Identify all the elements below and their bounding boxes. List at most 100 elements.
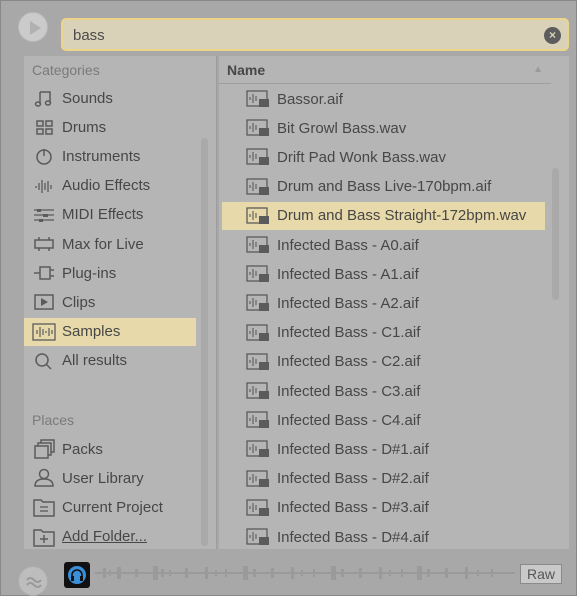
audio-file-icon	[246, 236, 270, 254]
sidebar-item-samples[interactable]: Samples	[24, 317, 196, 346]
sidebar-place-user-library[interactable]: User Library	[24, 464, 196, 492]
audio-file-icon	[246, 353, 270, 371]
audio-effects-icon	[32, 176, 56, 196]
audio-file-icon	[246, 382, 270, 400]
sidebar-item-label: All results	[62, 352, 128, 370]
waveform-toggle-icon	[26, 577, 42, 588]
sidebar-item-clips[interactable]: Clips	[24, 288, 196, 316]
sidebar-item-label: Samples	[62, 323, 121, 341]
audio-file-icon	[246, 469, 270, 488]
sidebar-item-label: Drums	[62, 118, 107, 136]
sidebar-item-instruments[interactable]: Instruments	[24, 142, 196, 170]
file-name: Infected Bass - C1.aif	[277, 324, 421, 342]
audio-file-icon	[246, 119, 270, 137]
file-row[interactable]: Infected Bass - D#2.aif	[222, 465, 545, 493]
file-name: Drum and Bass Live-170bpm.aif	[277, 178, 492, 196]
audio-file-icon	[246, 177, 270, 196]
file-row[interactable]: Infected Bass - C3.aif	[222, 377, 545, 405]
sample-icon	[32, 322, 56, 342]
plugin-icon	[32, 263, 56, 283]
sidebar-scrollbar[interactable]	[201, 138, 208, 546]
sidebar: Categories Sounds Drums Instruments Audio E…	[24, 56, 217, 549]
sidebar-item-plug-ins[interactable]: Plug-ins	[24, 259, 196, 287]
file-row[interactable]: Infected Bass - D#3.aif	[222, 494, 545, 522]
audio-file-icon	[246, 294, 270, 312]
audio-file-icon	[246, 207, 270, 225]
search-box[interactable]: ×	[61, 18, 569, 51]
file-row[interactable]: Infected Bass - A0.aif	[222, 231, 545, 259]
places-header: Places	[32, 412, 75, 428]
user-icon	[32, 468, 56, 488]
sidebar-item-midi-effects[interactable]: MIDI Effects	[24, 201, 196, 229]
sidebar-item-label: Clips	[62, 293, 96, 311]
browser-window: × Categories Sounds Drums Instruments Audio…	[0, 0, 577, 596]
file-name: Infected Bass - C2.aif	[277, 353, 421, 371]
search-icon	[32, 351, 56, 371]
preview-toggle-button[interactable]	[18, 566, 48, 596]
max-icon	[32, 234, 56, 254]
file-name: Drift Pad Wonk Bass.wav	[277, 148, 446, 166]
clear-search-icon[interactable]: ×	[544, 27, 561, 44]
audio-file-icon	[246, 323, 270, 342]
sidebar-item-max-for-live[interactable]: Max for Live	[24, 230, 196, 258]
audio-file-icon	[246, 265, 270, 283]
midi-effects-icon	[32, 205, 56, 225]
note-icon	[32, 88, 56, 108]
file-name: Bit Growl Bass.wav	[277, 119, 407, 137]
power-icon	[32, 146, 56, 166]
play-icon	[30, 21, 41, 35]
preview-bar: Raw	[1, 552, 577, 596]
file-row[interactable]: Infected Bass - C1.aif	[222, 319, 545, 347]
file-row[interactable]: Infected Bass - A1.aif	[222, 260, 545, 288]
file-row[interactable]: Infected Bass - C4.aif	[222, 406, 545, 434]
file-row[interactable]: Infected Bass - C2.aif	[222, 348, 545, 376]
sidebar-item-label: Audio Effects	[62, 177, 151, 195]
file-row[interactable]: Infected Bass - A2.aif	[222, 289, 545, 317]
file-name: Infected Bass - A2.aif	[277, 294, 419, 312]
name-column-header[interactable]: Name ▲	[219, 56, 551, 84]
raw-button[interactable]: Raw	[520, 564, 562, 584]
sidebar-item-label: Max for Live	[62, 235, 144, 253]
file-list-scrollbar[interactable]	[552, 168, 559, 300]
file-name: Infected Bass - C4.aif	[277, 411, 421, 429]
sidebar-place-current-project[interactable]: Current Project	[24, 493, 196, 521]
headphones-icon	[68, 566, 86, 584]
preview-headphones-button[interactable]	[64, 562, 90, 588]
project-folder-icon	[32, 497, 56, 518]
file-row[interactable]: Drum and Bass Live-170bpm.aif	[222, 173, 545, 201]
file-name: Bassor.aif	[277, 90, 343, 108]
sidebar-item-label: MIDI Effects	[62, 206, 144, 224]
audio-file-icon	[246, 440, 270, 458]
categories-header: Categories	[32, 62, 100, 78]
sidebar-item-audio-effects[interactable]: Audio Effects	[24, 172, 196, 200]
search-input[interactable]	[73, 26, 533, 44]
file-row[interactable]: Infected Bass - D#4.aif	[222, 523, 545, 551]
file-name: Infected Bass - C3.aif	[277, 382, 421, 400]
file-row[interactable]: Bit Growl Bass.wav	[222, 114, 545, 142]
sidebar-item-drums[interactable]: Drums	[24, 113, 196, 141]
sidebar-item-all-results[interactable]: All results	[24, 347, 196, 375]
file-name: Infected Bass - D#4.aif	[277, 528, 429, 546]
clip-icon	[32, 292, 56, 312]
file-name: Infected Bass - D#2.aif	[277, 470, 429, 488]
file-name: Infected Bass - D#1.aif	[277, 440, 429, 458]
sidebar-place-label: Current Project	[62, 498, 163, 516]
sidebar-place-packs[interactable]: Packs	[24, 435, 196, 463]
sidebar-place-add-folder[interactable]: Add Folder...	[24, 523, 196, 551]
audio-file-icon	[246, 528, 270, 546]
sidebar-place-label: Packs	[62, 440, 103, 458]
sort-arrow-icon[interactable]: ▲	[533, 64, 543, 75]
file-row[interactable]: Drum and Bass Straight-172bpm.wav	[222, 201, 545, 230]
file-row[interactable]: Drift Pad Wonk Bass.wav	[222, 143, 545, 171]
sidebar-item-label: Instruments	[62, 147, 141, 165]
audio-file-icon	[246, 148, 270, 166]
audio-file-icon	[246, 90, 270, 108]
play-button[interactable]	[18, 12, 48, 42]
name-column-label: Name	[227, 61, 266, 78]
file-name: Infected Bass - A0.aif	[277, 236, 419, 254]
sidebar-item-sounds[interactable]: Sounds	[24, 84, 196, 112]
add-folder-icon	[32, 527, 56, 547]
file-row[interactable]: Infected Bass - D#1.aif	[222, 435, 545, 463]
file-row[interactable]: Bassor.aif	[222, 85, 545, 113]
waveform-preview[interactable]	[95, 564, 515, 584]
